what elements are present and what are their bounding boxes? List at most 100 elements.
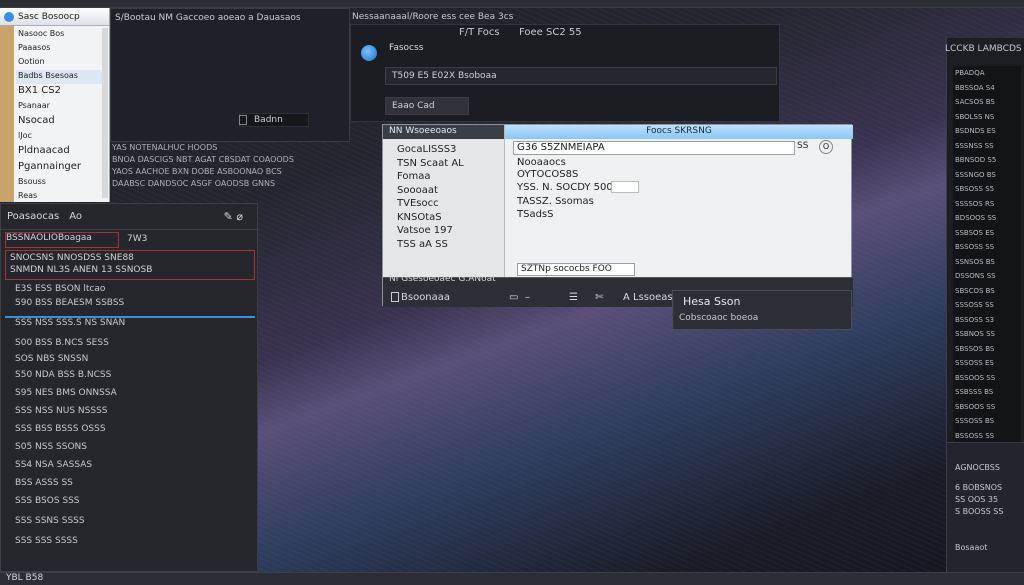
footer-button[interactable]: Bsoonaaa [401,292,450,303]
folder-icon[interactable]: ▭ [509,292,518,303]
tab-active[interactable]: Fasocss [389,43,423,53]
right-list-item[interactable]: PBADQA [953,66,1021,81]
highlight-field[interactable] [611,181,639,193]
dialog-item: TSadsS [517,209,554,220]
list-row[interactable]: S50 NDA BSS B.NCSS [15,370,111,380]
right-list-item[interactable]: SSBSSS BS [953,385,1021,400]
field-icon [239,115,247,125]
dialog-list-item[interactable]: TSS aA SS [383,238,504,252]
right-list-item[interactable]: SBSSOS BS [953,342,1021,357]
highlight-rows[interactable]: SNOCSNS NNOSDSS SNE88 SNMDN NL3S ANEN 13… [5,250,255,280]
right-list-item[interactable]: SBSOSS S5 [953,182,1021,197]
dialog-list-item[interactable]: GocaLISSS3 [383,143,504,157]
menu-item[interactable]: lJoc [16,130,106,144]
list-row[interactable]: S90 BSS BEAESM SSBSS [15,298,124,308]
app-icon [4,11,14,22]
right-list-item[interactable]: SSSNGO BS [953,168,1021,183]
section-bottom[interactable]: Bosaaot [955,543,987,552]
list-row[interactable]: S95 NES BMS ONNSSA [15,388,117,398]
list-row[interactable]: SSS BSOS SSS [15,496,80,506]
right-list-item[interactable]: SBSOOS SS [953,400,1021,415]
dialog-list-item[interactable]: Soooaat [383,184,504,198]
section-title: AGNOCBSS [955,463,1000,472]
list-row[interactable]: S05 NSS SSONS [15,442,87,452]
menu-item[interactable]: Reas [16,190,106,204]
help-popup[interactable]: Hesa Sson Cobscoaoc boeoa [672,290,852,330]
tab-3[interactable]: Foee SC2 55 [519,27,582,38]
right-list-item[interactable]: BSSOOS SS [953,371,1021,386]
right-list-item[interactable]: SSSOSS ES [953,356,1021,371]
list-row[interactable]: SOS NBS SNSSN [15,354,88,364]
dialog-list-item[interactable]: Vatsoe 197 [383,224,504,238]
selected-row[interactable]: BSSNAOLIOBoagaa [5,232,119,248]
list-row[interactable]: SSS NSS NUS NSSSS [15,406,108,416]
path-row[interactable]: T509 E5 E02X Bsoboaa [385,67,777,85]
menu-item[interactable]: Badbs Bsesoas [16,70,106,84]
list-row[interactable]: E3S ESS BSON ltcao [15,284,105,294]
dialog-input[interactable]: SZTNp sococbs FOO [517,263,635,276]
menu-item[interactable]: Pgannainger [16,160,106,176]
name-field[interactable]: Badnn [239,113,309,127]
left-menu-panel: Sasc Bosoocp Nasooc Bos Paaasos Ootion B… [0,8,110,202]
right-list-item[interactable]: SSSNSS SS [953,139,1021,154]
right-list-item[interactable]: SSBNOS SS [953,327,1021,342]
right-list-item[interactable]: SACSOS BS [953,95,1021,110]
menu-scrollbar[interactable] [102,28,108,198]
section-line: SS OOS 35 [955,495,999,504]
dialog-list-item[interactable]: KNSOtaS [383,211,504,225]
right-list-item[interactable]: DSSONS SS [953,269,1021,284]
edit-icon[interactable]: ✎ ⌀ [224,210,243,223]
field-button[interactable]: SS [797,141,808,151]
menu-item[interactable]: Psanaar [16,100,106,114]
menu-item[interactable]: BX1 CS2 [16,84,106,100]
list-row[interactable]: SSS SSNS SSSS [15,516,85,526]
dash-icon[interactable]: – [525,292,530,303]
footer-right-label[interactable]: A Lssoeas [623,292,673,303]
list-row[interactable]: SSS SSS SSSS [15,536,78,546]
dialog-left-list: NN Wsoeeoaos GocaLISSS3 TSN Scaat AL Fom… [383,125,505,277]
menu-item[interactable]: Bsouss [16,176,106,190]
right-list-item[interactable]: BBNSOD S5 [953,153,1021,168]
right-list-item[interactable]: SSSOSS SS [953,298,1021,313]
dialog-left-header: NN Wsoeeoaos [383,125,504,139]
list-row[interactable]: S00 BSS B.NCS SESS [15,338,109,348]
menu-item[interactable]: Nsocad [16,114,106,130]
tab-2[interactable]: F/T Focs [459,27,500,38]
dialog-list-item[interactable]: TVEsocc [383,197,504,211]
menu-item[interactable]: Pldnaacad [16,144,106,160]
right-list-item[interactable]: BSSOSS SS [953,240,1021,255]
list-row[interactable]: BSS ASSS SS [15,478,73,488]
window-title: S/Bootau NM Gaccoeo aoeao a Dauasaos [115,13,301,23]
right-list-item[interactable]: SSSSOS RS [953,197,1021,212]
right-list-item[interactable]: BSDNDS ES [953,124,1021,139]
circle-icon[interactable]: O [819,140,833,154]
left-menu-header[interactable]: Sasc Bosoocp [0,8,109,26]
right-list-item[interactable]: SBSCOS BS [953,284,1021,299]
right-list-item[interactable]: SSBSOS ES [953,226,1021,241]
right-list-item[interactable]: BDSOOS SS [953,211,1021,226]
settings-dialog: NN Wsoeeoaos GocaLISSS3 TSN Scaat AL Fom… [382,124,853,307]
right-list-item[interactable]: BSSOSS SS [953,429,1021,444]
section-line: 6 BOBSNOS [955,483,1003,492]
list-row[interactable]: SSS NSS SSS.S NS SNAN [15,318,125,328]
globe-icon[interactable] [361,45,377,61]
dialog-list-item[interactable]: TSN Scaat AL [383,157,504,171]
list-row[interactable]: SSS BSS BSSS OSSS [15,424,106,434]
menu-item[interactable]: Nasooc Bos [16,28,106,42]
right-list-item[interactable]: BBSSOA S4 [953,81,1021,96]
dialog-field[interactable]: G36 S5ZNMEIAPA [513,141,795,155]
dialog-list-item[interactable]: Fomaa [383,170,504,184]
dialog-item: OYTOCOS8S [517,169,579,180]
sub-row[interactable]: Eaao Cad [385,97,469,115]
save-icon[interactable] [391,292,399,302]
tools-icon[interactable]: ✄ [595,292,603,303]
list-icon[interactable]: ☰ [569,292,578,303]
right-list-item[interactable]: SSNSOS BS [953,255,1021,270]
right-list-item[interactable]: BSSOSS S3 [953,313,1021,328]
list-row[interactable]: SS4 NSA SASSAS [15,460,92,470]
right-list-item[interactable]: SBOLSS NS [953,110,1021,125]
menu-item[interactable]: Paaasos [16,42,106,56]
menu-item[interactable]: Ootion [16,56,106,70]
right-list-item[interactable]: SSSOSS BS [953,414,1021,429]
top-bar [0,0,1024,8]
